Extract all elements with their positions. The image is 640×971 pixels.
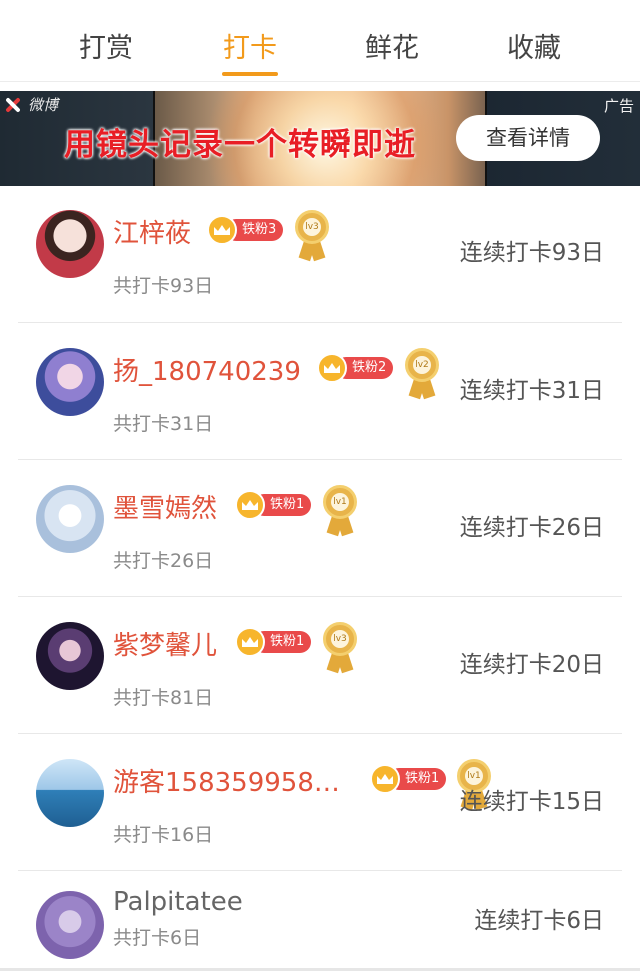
- streak-checkins: 连续打卡26日: [459, 515, 604, 541]
- medal: lv2: [405, 348, 439, 382]
- level-medal-icon: lv2: [404, 348, 440, 400]
- user-name[interactable]: 墨雪嫣然: [113, 488, 217, 525]
- avatar[interactable]: [36, 759, 104, 827]
- streak-checkins: 连续打卡93日: [459, 240, 604, 266]
- avatar[interactable]: [36, 485, 104, 553]
- total-checkins: 共打卡81日: [113, 687, 214, 709]
- user-name[interactable]: Palpitatee: [113, 887, 243, 917]
- streak-checkins: 连续打卡15日: [459, 789, 604, 815]
- tab-reward[interactable]: 打赏: [46, 26, 166, 65]
- crown-icon: [317, 353, 347, 383]
- avatar[interactable]: [36, 348, 104, 416]
- total-checkins: 共打卡93日: [113, 275, 214, 297]
- weibo-logo-text: 微博: [28, 96, 59, 114]
- crown-icon: [235, 627, 265, 657]
- checkin-list: 江梓莜 铁粉3 lv3 共打卡93日 连续打卡93日 扬_180740239 铁…: [0, 186, 640, 971]
- user-name[interactable]: 扬_180740239: [113, 351, 301, 388]
- user-name[interactable]: 紫梦馨儿: [113, 625, 217, 662]
- crown-icon: [235, 490, 265, 520]
- streak-checkins: 连续打卡20日: [459, 652, 604, 678]
- user-name[interactable]: 游客158359958…: [113, 762, 340, 799]
- streak-checkins: 连续打卡31日: [459, 378, 604, 404]
- total-checkins: 共打卡6日: [113, 927, 202, 949]
- total-checkins: 共打卡16日: [113, 824, 214, 846]
- tab-flowers[interactable]: 鲜花: [332, 26, 452, 65]
- banner-headline: 用镜头记录一个转瞬即逝: [64, 127, 416, 163]
- level-label: lv2: [413, 356, 431, 374]
- tab-favorites[interactable]: 收藏: [474, 26, 594, 65]
- streak-checkins: 连续打卡6日: [474, 908, 604, 934]
- view-details-button[interactable]: 查看详情: [456, 115, 600, 161]
- weibo-logo-icon: [2, 96, 24, 114]
- medal: lv1: [323, 485, 357, 519]
- level-medal-icon: lv3: [322, 622, 358, 674]
- level-label: lv1: [331, 493, 349, 511]
- weibo-logo: 微博: [2, 94, 58, 115]
- user-name[interactable]: 江梓莜: [113, 213, 191, 250]
- tab-checkin[interactable]: 打卡: [190, 26, 310, 65]
- list-item[interactable]: 扬_180740239 铁粉2 lv2 共打卡31日 连续打卡31日: [0, 323, 640, 460]
- avatar[interactable]: [36, 891, 104, 959]
- list-item[interactable]: 墨雪嫣然 铁粉1 lv1 共打卡26日 连续打卡26日: [0, 460, 640, 597]
- list-item[interactable]: 游客158359958… 铁粉1 lv1 共打卡16日 连续打卡15日: [0, 734, 640, 871]
- total-checkins: 共打卡31日: [113, 413, 214, 435]
- tab-bar: 打赏 打卡 鲜花 收藏: [0, 0, 640, 82]
- avatar[interactable]: [36, 210, 104, 278]
- level-medal-icon: lv3: [294, 210, 330, 262]
- total-checkins: 共打卡26日: [113, 550, 214, 572]
- list-item[interactable]: 紫梦馨儿 铁粉1 lv3 共打卡81日 连续打卡20日: [0, 597, 640, 734]
- level-medal-icon: lv1: [322, 485, 358, 537]
- medal: lv3: [295, 210, 329, 244]
- avatar[interactable]: [36, 622, 104, 690]
- list-item[interactable]: Palpitatee 共打卡6日 连续打卡6日: [0, 871, 640, 971]
- level-label: lv3: [331, 630, 349, 648]
- crown-icon: [370, 764, 400, 794]
- level-label: lv3: [303, 218, 321, 236]
- ad-label: 广告: [603, 97, 634, 115]
- active-tab-indicator: [222, 72, 278, 76]
- list-item[interactable]: 江梓莜 铁粉3 lv3 共打卡93日 连续打卡93日: [0, 186, 640, 323]
- crown-icon: [207, 215, 237, 245]
- medal: lv3: [323, 622, 357, 656]
